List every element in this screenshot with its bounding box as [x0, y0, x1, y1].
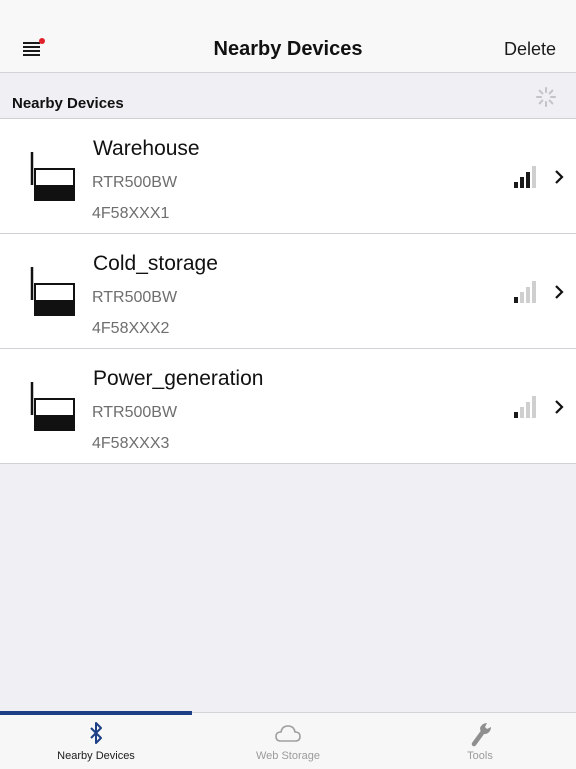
tab-nearby-devices[interactable]: Nearby Devices: [0, 713, 192, 769]
navigation-bar: Nearby Devices Delete: [0, 0, 576, 73]
menu-icon: [23, 38, 45, 56]
notification-dot: [39, 38, 45, 44]
tab-bar: Nearby Devices Web Storage Tools: [0, 711, 576, 769]
tab-tools[interactable]: Tools: [384, 713, 576, 769]
device-model: RTR500BW: [92, 404, 178, 421]
tab-label: Web Storage: [255, 750, 320, 762]
section-header: Nearby Devices: [0, 80, 576, 119]
signal-strength-icon: [514, 166, 536, 188]
chevron-right-icon: [555, 400, 564, 414]
data-logger-icon: [30, 152, 75, 201]
device-name: Power_generation: [93, 367, 264, 390]
device-row-power-generation[interactable]: Power_generation RTR500BW 4F58XXX3: [0, 349, 576, 464]
wrench-icon: [471, 723, 491, 747]
tab-label: Tools: [467, 750, 493, 762]
loading-spinner-icon: [536, 87, 556, 107]
chevron-right-icon: [555, 285, 564, 299]
data-logger-icon: [30, 382, 75, 431]
device-serial: 4F58XXX3: [92, 435, 170, 452]
signal-strength-icon: [514, 396, 536, 418]
tab-web-storage[interactable]: Web Storage: [192, 713, 384, 769]
device-row-cold-storage[interactable]: Cold_storage RTR500BW 4F58XXX2: [0, 234, 576, 349]
device-serial: 4F58XXX2: [92, 320, 170, 337]
device-serial: 4F58XXX1: [92, 205, 170, 222]
device-model: RTR500BW: [92, 174, 178, 191]
section-title: Nearby Devices: [12, 95, 124, 112]
device-row-warehouse[interactable]: Warehouse RTR500BW 4F58XXX1: [0, 119, 576, 234]
data-logger-icon: [30, 267, 75, 316]
device-list: Warehouse RTR500BW 4F58XXX1 Cold_storage…: [0, 119, 576, 464]
menu-button[interactable]: [18, 36, 48, 62]
device-name: Warehouse: [93, 137, 200, 160]
page-title: Nearby Devices: [213, 38, 363, 60]
signal-strength-icon: [514, 281, 536, 303]
cloud-icon: [275, 725, 301, 742]
device-model: RTR500BW: [92, 289, 178, 306]
bluetooth-icon: [90, 722, 102, 744]
device-name: Cold_storage: [93, 252, 218, 275]
delete-button[interactable]: Delete: [504, 39, 556, 60]
tab-label: Nearby Devices: [57, 750, 135, 762]
chevron-right-icon: [555, 170, 564, 184]
